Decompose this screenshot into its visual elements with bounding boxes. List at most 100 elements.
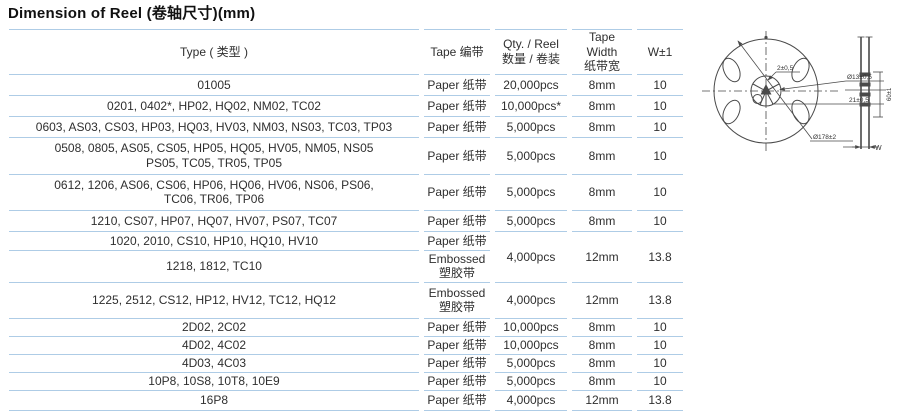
tape-cell: Paper 纸带 — [424, 232, 490, 251]
dim-label-hole-diameter: Ø13±0,5 — [847, 74, 872, 81]
type-cell: 4D02, 4C02 — [9, 337, 419, 355]
tape-width-cell: 8mm — [572, 355, 632, 373]
tape-cell: Embossed 塑胶带 — [424, 251, 490, 283]
tape-width-cell: 8mm — [572, 337, 632, 355]
table-row: 0201, 0402*, HP02, HQ02, NM02, TC02 Pape… — [9, 96, 683, 117]
table-row: 2D02, 2C02 Paper 纸带 10,000pcs 8mm 10 — [9, 319, 683, 337]
type-cell: 4D03, 4C03 — [9, 355, 419, 373]
dim-label-reel-diameter: Ø178±2 — [813, 134, 836, 141]
tape-cell: Paper 纸带 — [424, 75, 490, 96]
w-cell: 10 — [637, 138, 683, 175]
qty-cell: 5,000pcs — [495, 117, 567, 138]
col-header-tape: Tape 编带 — [424, 29, 490, 75]
dim-label-hub-width: 21±0,5 — [849, 97, 869, 104]
tape-cell: Paper 纸带 — [424, 138, 490, 175]
w-cell: 10 — [637, 355, 683, 373]
reel-slot — [719, 56, 743, 85]
qty-cell-merged: 4,000pcs — [495, 232, 567, 283]
qty-cell: 5,000pcs — [495, 355, 567, 373]
qty-cell: 4,000pcs — [495, 283, 567, 319]
tape-width-cell: 8mm — [572, 319, 632, 337]
table-row: 16P8 Paper 纸带 4,000pcs 12mm 13.8 — [9, 391, 683, 411]
tape-width-cell: 8mm — [572, 211, 632, 232]
type-cell: 0508, 0805, AS05, CS05, HP05, HQ05, HV05… — [9, 138, 419, 175]
w-cell: 10 — [637, 175, 683, 211]
w-cell: 10 — [637, 319, 683, 337]
table-row: 4D02, 4C02 Paper 纸带 10,000pcs 8mm 10 — [9, 337, 683, 355]
table-row: 4D03, 4C03 Paper 纸带 5,000pcs 8mm 10 — [9, 355, 683, 373]
col-header-type: Type ( 类型 ) — [9, 29, 419, 75]
table-row: 01005 Paper 纸带 20,000pcs 8mm 10 — [9, 75, 683, 96]
w-cell-merged: 13.8 — [637, 232, 683, 283]
col-header-tape-width: Tape Width 纸带宽 — [572, 29, 632, 75]
qty-cell: 5,000pcs — [495, 175, 567, 211]
spec-table: Type ( 类型 ) Tape 编带 Qty. / Reel 数量 / 卷装 … — [4, 29, 688, 411]
tape-width-cell: 12mm — [572, 391, 632, 411]
dim-label-height: 60±1 — [887, 87, 893, 101]
w-cell: 10 — [637, 337, 683, 355]
tape-cell: Embossed 塑胶带 — [424, 283, 490, 319]
tape-cell: Paper 纸带 — [424, 117, 490, 138]
w-cell: 10 — [637, 75, 683, 96]
w-cell: 10 — [637, 373, 683, 391]
tape-width-cell: 8mm — [572, 175, 632, 211]
tape-width-cell: 12mm — [572, 283, 632, 319]
header-row: Type ( 类型 ) Tape 编带 Qty. / Reel 数量 / 卷装 … — [9, 29, 683, 75]
tape-cell: Paper 纸带 — [424, 96, 490, 117]
type-cell: 1218, 1812, TC10 — [9, 251, 419, 283]
page-title: Dimension of Reel (卷轴尺寸)(mm) — [8, 2, 255, 23]
reel-slot — [719, 98, 743, 127]
type-cell: 0612, 1206, AS06, CS06, HP06, HQ06, HV06… — [9, 175, 419, 211]
tape-cell: Paper 纸带 — [424, 319, 490, 337]
table-row: 0508, 0805, AS05, CS05, HP05, HQ05, HV05… — [9, 138, 683, 175]
tape-cell: Paper 纸带 — [424, 175, 490, 211]
hub-section-bar — [860, 83, 871, 87]
reel-technical-drawing: 2±0,5 Ø13±0,5 21±0,5 Ø178±2 60±1 W — [688, 18, 900, 164]
tape-width-cell: 8mm — [572, 117, 632, 138]
reel-dimension-table: Type ( 类型 ) Tape 编带 Qty. / Reel 数量 / 卷装 … — [4, 29, 688, 411]
tape-cell: Paper 纸带 — [424, 211, 490, 232]
col-header-qty: Qty. / Reel 数量 / 卷装 — [495, 29, 567, 75]
tape-width-cell: 8mm — [572, 373, 632, 391]
w-cell: 10 — [637, 117, 683, 138]
table-row: 0612, 1206, AS06, CS06, HP06, HQ06, HV06… — [9, 175, 683, 211]
qty-cell: 4,000pcs — [495, 391, 567, 411]
qty-cell: 10,000pcs — [495, 337, 567, 355]
tape-cell: Paper 纸带 — [424, 391, 490, 411]
type-cell: 2D02, 2C02 — [9, 319, 419, 337]
type-cell: 10P8, 10S8, 10T8, 10E9 — [9, 373, 419, 391]
qty-cell: 10,000pcs* — [495, 96, 567, 117]
type-cell: 0201, 0402*, HP02, HQ02, NM02, TC02 — [9, 96, 419, 117]
tape-cell: Paper 纸带 — [424, 337, 490, 355]
qty-cell: 5,000pcs — [495, 373, 567, 391]
dim-label-slot: 2±0,5 — [777, 65, 794, 72]
dim-label-width: W — [875, 145, 882, 152]
tape-cell: Paper 纸带 — [424, 373, 490, 391]
type-cell: 01005 — [9, 75, 419, 96]
type-cell: 1020, 2010, CS10, HP10, HQ10, HV10 — [9, 232, 419, 251]
hub-small-hole — [753, 95, 762, 104]
table-row: 1210, CS07, HP07, HQ07, HV07, PS07, TC07… — [9, 211, 683, 232]
w-cell: 13.8 — [637, 283, 683, 319]
hub-section-bar — [860, 93, 871, 97]
table-row: 1020, 2010, CS10, HP10, HQ10, HV10 Paper… — [9, 232, 683, 251]
qty-cell: 5,000pcs — [495, 211, 567, 232]
w-cell: 10 — [637, 211, 683, 232]
qty-cell: 5,000pcs — [495, 138, 567, 175]
tape-width-cell-merged: 12mm — [572, 232, 632, 283]
table-row: 0603, AS03, CS03, HP03, HQ03, HV03, NM03… — [9, 117, 683, 138]
type-cell: 0603, AS03, CS03, HP03, HQ03, HV03, NM03… — [9, 117, 419, 138]
tape-cell: Paper 纸带 — [424, 355, 490, 373]
type-cell: 1210, CS07, HP07, HQ07, HV07, PS07, TC07 — [9, 211, 419, 232]
w-cell: 10 — [637, 96, 683, 117]
qty-cell: 20,000pcs — [495, 75, 567, 96]
type-cell: 16P8 — [9, 391, 419, 411]
col-header-w: W±1 — [637, 29, 683, 75]
tape-width-cell: 8mm — [572, 138, 632, 175]
type-cell: 1225, 2512, CS12, HP12, HV12, TC12, HQ12 — [9, 283, 419, 319]
table-row: 1225, 2512, CS12, HP12, HV12, TC12, HQ12… — [9, 283, 683, 319]
tape-width-cell: 8mm — [572, 96, 632, 117]
table-row: 10P8, 10S8, 10T8, 10E9 Paper 纸带 5,000pcs… — [9, 373, 683, 391]
tape-width-cell: 8mm — [572, 75, 632, 96]
qty-cell: 10,000pcs — [495, 319, 567, 337]
